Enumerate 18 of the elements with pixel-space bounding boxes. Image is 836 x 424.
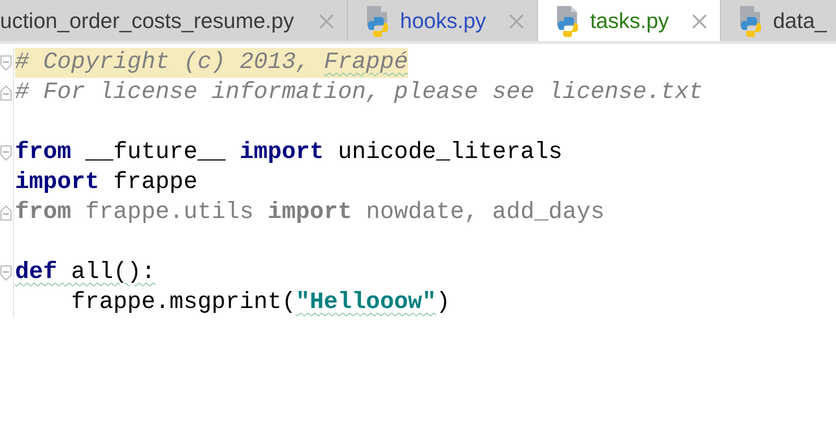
code-line: frappe.msgprint("Hellooow") bbox=[70, 289, 450, 318]
editor-tab[interactable]: hooks.py bbox=[348, 0, 538, 41]
close-icon[interactable] bbox=[690, 12, 708, 30]
editor-tab[interactable]: uction_order_costs_resume.py bbox=[0, 0, 348, 41]
code-line: import frappe bbox=[15, 169, 198, 198]
code-line: from __future__ import unicode_literals bbox=[15, 139, 562, 168]
close-icon[interactable] bbox=[318, 12, 335, 30]
fold-marker-icon[interactable] bbox=[0, 55, 12, 71]
close-icon[interactable] bbox=[508, 12, 526, 30]
fold-marker-icon[interactable] bbox=[0, 205, 12, 221]
code-line: # For license information, please see license.txt bbox=[15, 79, 703, 108]
fold-marker-icon[interactable] bbox=[0, 145, 12, 161]
fold-marker-icon[interactable] bbox=[0, 85, 12, 101]
editor-tab[interactable]: tasks.py bbox=[538, 0, 721, 41]
code-line: def all(): bbox=[15, 259, 156, 288]
code-line: from frappe.utils import nowdate, add_days bbox=[15, 199, 605, 228]
fold-marker-icon[interactable] bbox=[0, 265, 12, 281]
editor-tab[interactable]: data_ bbox=[720, 0, 836, 41]
